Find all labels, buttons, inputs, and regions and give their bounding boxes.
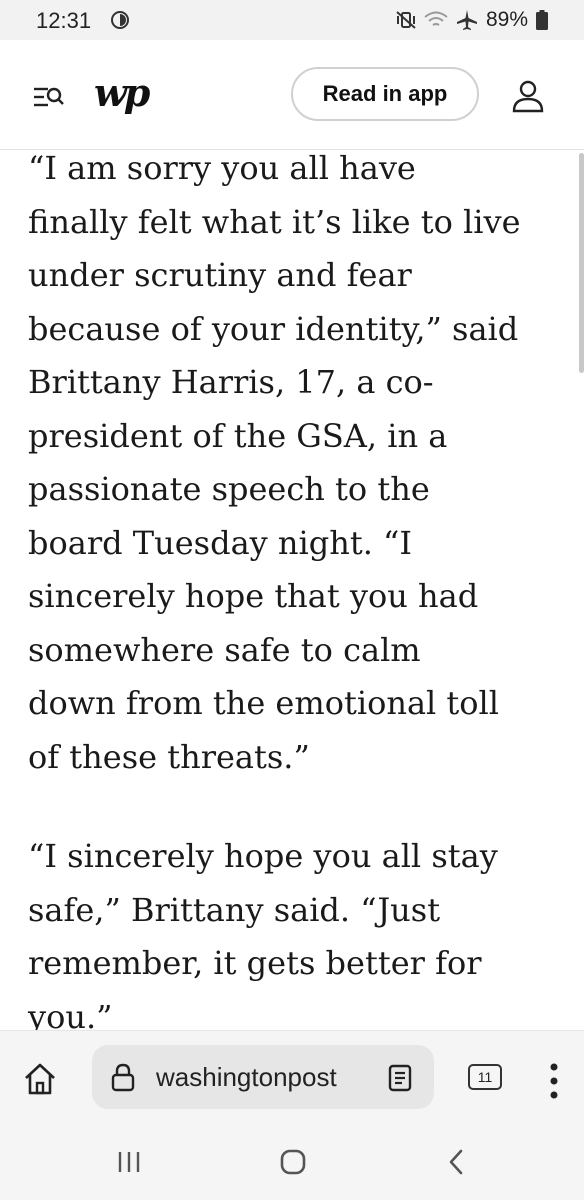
home-nav-icon[interactable]: [279, 1148, 307, 1176]
wifi-icon: [424, 11, 448, 26]
account-icon[interactable]: [511, 79, 545, 113]
article-body: “I am sorry you all have finally felt wh…: [0, 150, 584, 1030]
url-fade: [342, 1057, 382, 1097]
back-icon[interactable]: [444, 1148, 468, 1176]
tabs-button[interactable]: 11: [468, 1064, 502, 1090]
more-options-icon[interactable]: [548, 1061, 560, 1101]
home-icon[interactable]: [22, 1061, 58, 1097]
navigation-bar: [0, 1125, 584, 1200]
battery-percentage: 89%: [485, 8, 528, 31]
site-header: wp Read in app: [0, 40, 584, 150]
menu-search-icon[interactable]: [32, 84, 64, 112]
washington-post-logo[interactable]: wp: [94, 70, 150, 115]
airplane-icon: [456, 10, 477, 30]
status-time: 12:31: [36, 8, 92, 33]
recents-icon[interactable]: [116, 1149, 142, 1175]
browser-toolbar: washingtonpost 11: [0, 1030, 584, 1125]
status-bar: 12:31 89%: [0, 0, 584, 40]
read-in-app-button[interactable]: Read in app: [291, 67, 479, 121]
data-saver-icon: [111, 11, 129, 29]
status-icons: 89%: [396, 8, 548, 32]
article-paragraph: “I sincerely hope you all stay safe,” Br…: [28, 837, 498, 1030]
address-bar[interactable]: washingtonpost: [92, 1045, 434, 1109]
lock-icon: [111, 1063, 135, 1092]
mute-vibrate-icon: [396, 11, 416, 29]
reader-mode-icon[interactable]: [388, 1064, 412, 1092]
battery-icon: [536, 10, 548, 30]
scrollbar-thumb[interactable]: [579, 153, 584, 373]
article-paragraph: “I am sorry you all have finally felt wh…: [28, 150, 521, 776]
